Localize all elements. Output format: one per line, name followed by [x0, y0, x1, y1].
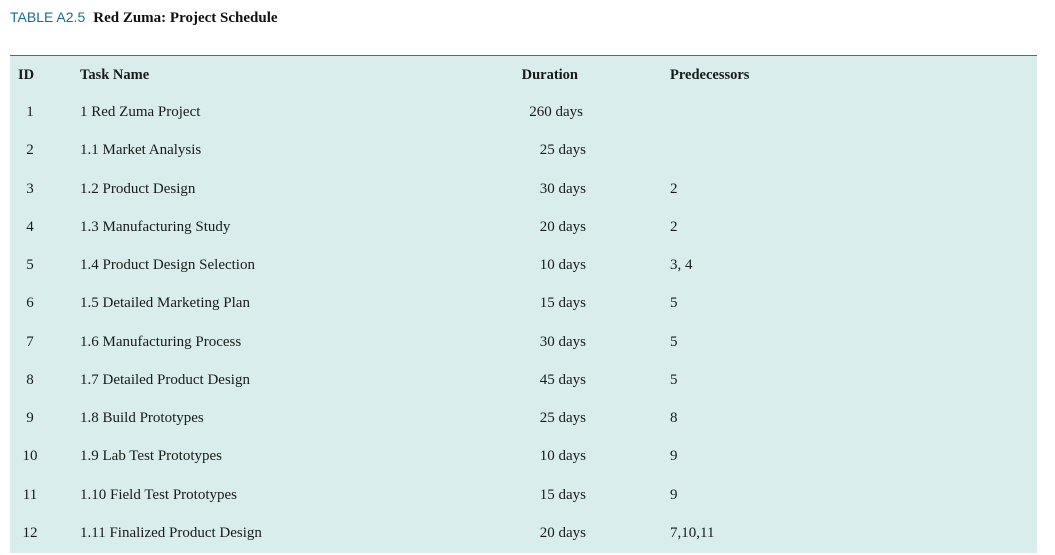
row-predecessors: 5 — [670, 372, 678, 388]
row-duration: 20 days — [539, 219, 586, 235]
row-predecessors: 3, 4 — [670, 257, 693, 273]
row-id: 4 — [26, 219, 34, 235]
table-row: 3 1.2 Product Design 30 days 2 — [10, 170, 1037, 208]
table-row: 6 1.5 Detailed Marketing Plan 15 days 5 — [10, 284, 1037, 322]
row-task-name: 1.1 Market Analysis — [80, 142, 202, 158]
table-header-row: ID Task Name Duration Predecessors — [10, 56, 1037, 94]
table-row: 4 1.3 Manufacturing Study 20 days 2 — [10, 208, 1037, 246]
row-task-name: 1.9 Lab Test Prototypes — [80, 448, 222, 464]
row-predecessors: 2 — [670, 181, 678, 197]
row-id: 12 — [22, 525, 38, 541]
row-duration: 10 days — [539, 448, 586, 464]
row-duration: 20 days — [539, 525, 586, 541]
row-id: 9 — [26, 410, 34, 426]
table-row: 7 1.6 Manufacturing Process 30 days 5 — [10, 323, 1037, 361]
header-task-name: Task Name — [80, 67, 150, 83]
table-row: 2 1.1 Market Analysis 25 days — [10, 131, 1037, 169]
table-row: 9 1.8 Build Prototypes 25 days 8 — [10, 399, 1037, 437]
row-duration: 10 days — [539, 257, 586, 273]
row-predecessors: 2 — [670, 219, 678, 235]
row-predecessors: 9 — [670, 487, 678, 503]
row-predecessors: 8 — [670, 410, 678, 426]
table-row: 10 1.9 Lab Test Prototypes 10 days 9 — [10, 437, 1037, 475]
row-duration: 45 days — [539, 372, 586, 388]
row-duration: 30 days — [539, 334, 586, 350]
project-schedule-table: ID Task Name Duration Predecessors 1 1 R… — [10, 55, 1037, 553]
table-row: 5 1.4 Product Design Selection 10 days 3… — [10, 246, 1037, 284]
table-caption: TABLE A2.5 Red Zuma: Project Schedule — [10, 6, 278, 28]
table-row: 1 1 Red Zuma Project 260 days — [10, 93, 1037, 131]
row-id: 2 — [26, 142, 34, 158]
row-duration: 30 days — [539, 181, 586, 197]
row-predecessors: 5 — [670, 295, 678, 311]
table-row: 8 1.7 Detailed Product Design 45 days 5 — [10, 361, 1037, 399]
row-task-name: 1.10 Field Test Prototypes — [80, 487, 238, 503]
table-number: TABLE A2.5 — [10, 9, 86, 25]
row-duration: 25 days — [539, 142, 586, 158]
row-predecessors: 7,10,11 — [670, 525, 715, 541]
row-id: 11 — [22, 487, 38, 503]
row-predecessors: 5 — [670, 334, 678, 350]
row-task-name: 1.5 Detailed Marketing Plan — [80, 295, 250, 311]
row-duration: 25 days — [539, 410, 586, 426]
row-id: 7 — [26, 334, 34, 350]
table-row: 12 1.11 Finalized Product Design 20 days… — [10, 514, 1037, 552]
row-id: 5 — [26, 257, 34, 273]
row-task-name: 1.7 Detailed Product Design — [80, 372, 250, 388]
header-predecessors: Predecessors — [670, 67, 750, 83]
row-id: 10 — [22, 448, 38, 464]
row-task-name: 1.6 Manufacturing Process — [80, 334, 242, 350]
row-id: 8 — [26, 372, 34, 388]
row-duration: 15 days — [539, 295, 586, 311]
row-id: 3 — [26, 181, 34, 197]
row-duration: 15 days — [539, 487, 586, 503]
table-title: Red Zuma: Project Schedule — [93, 10, 278, 26]
header-id: ID — [17, 67, 35, 83]
row-id: 1 — [26, 104, 34, 120]
row-task-name: 1.8 Build Prototypes — [80, 410, 204, 426]
row-id: 6 — [26, 295, 34, 311]
row-task-name: 1.2 Product Design — [80, 181, 196, 197]
row-task-name: 1.3 Manufacturing Study — [80, 219, 231, 235]
table-row: 11 1.10 Field Test Prototypes 15 days 9 — [10, 476, 1037, 514]
row-task-name: 1 Red Zuma Project — [80, 104, 201, 120]
row-task-name: 1.4 Product Design Selection — [80, 257, 255, 273]
row-duration: 260 days — [529, 104, 583, 120]
row-task-name: 1.11 Finalized Product Design — [80, 525, 262, 541]
header-duration: Duration — [521, 67, 578, 83]
row-predecessors: 9 — [670, 448, 678, 464]
